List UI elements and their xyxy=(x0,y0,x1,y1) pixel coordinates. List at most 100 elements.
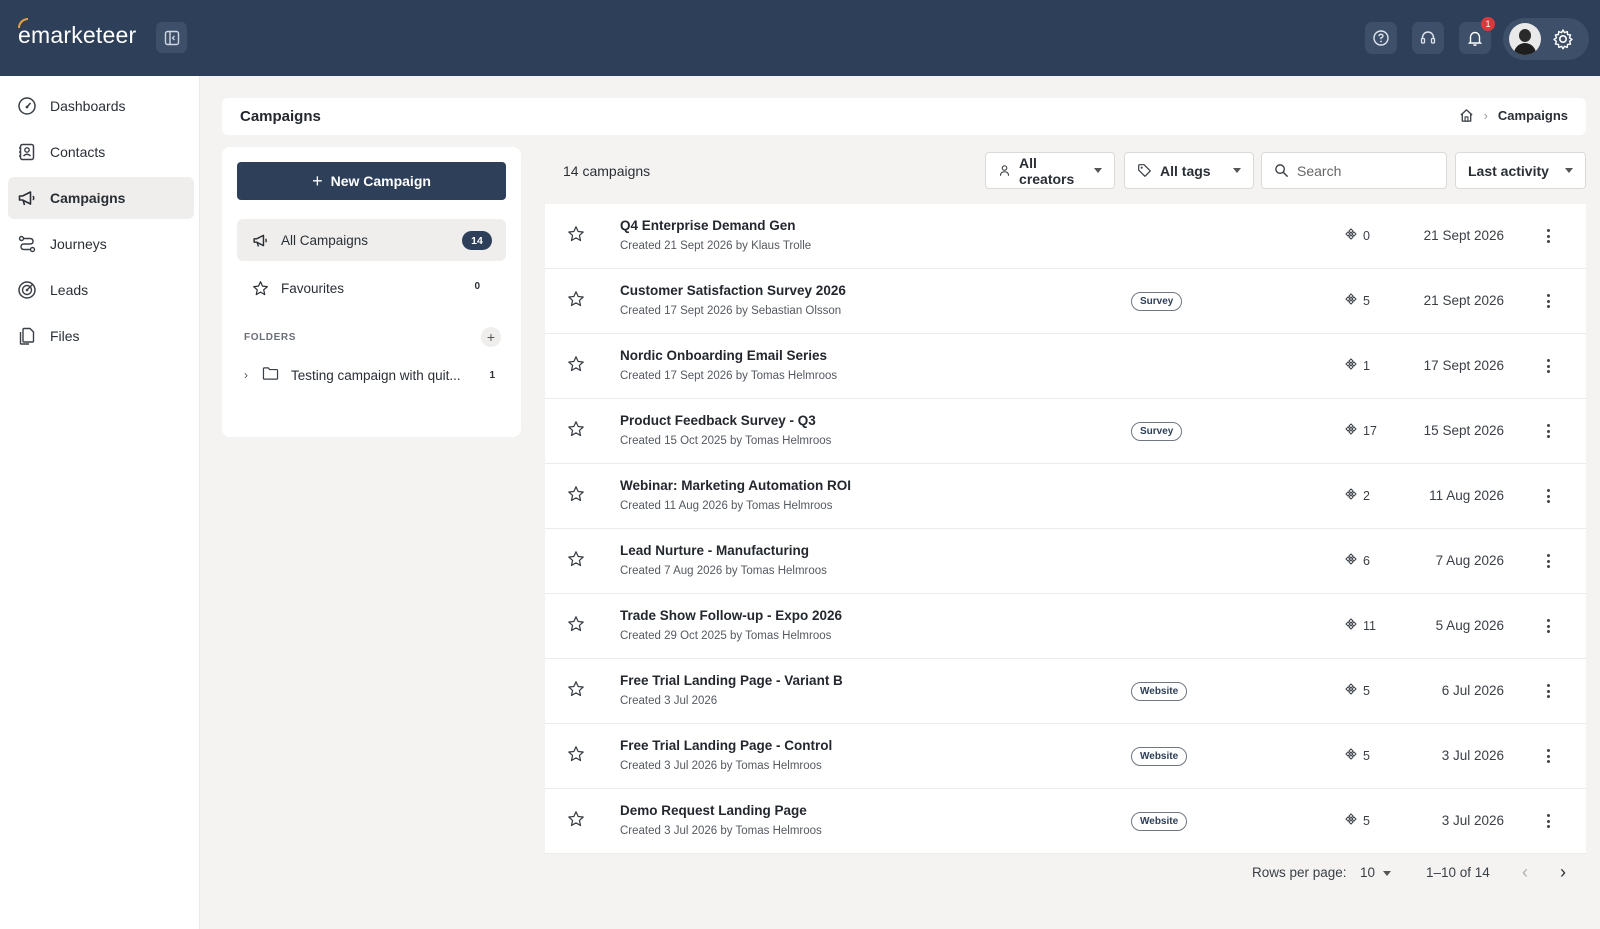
previous-page-button[interactable]: ‹ xyxy=(1522,862,1528,883)
all-campaigns-item[interactable]: All Campaigns 14 xyxy=(237,219,506,261)
more-options-icon[interactable] xyxy=(1538,616,1558,636)
table-row[interactable]: Webinar: Marketing Automation ROI Created… xyxy=(545,464,1586,529)
campaign-name[interactable]: Trade Show Follow-up - Expo 2026 xyxy=(620,608,842,623)
dashboard-icon xyxy=(16,95,38,117)
favourite-star-icon[interactable] xyxy=(567,615,585,638)
sidebar-item-journeys[interactable]: Journeys xyxy=(8,223,194,265)
sidebar-item-campaigns[interactable]: Campaigns xyxy=(8,177,194,219)
search-field[interactable] xyxy=(1261,152,1447,189)
favourite-star-icon[interactable] xyxy=(567,420,585,443)
favourite-star-icon[interactable] xyxy=(567,810,585,833)
campaign-meta: Created 17 Sept 2026 by Sebastian Olsson xyxy=(620,305,842,317)
more-options-icon[interactable] xyxy=(1538,811,1558,831)
favourite-star-icon[interactable] xyxy=(567,745,585,768)
table-row[interactable]: Free Trial Landing Page - Control Created… xyxy=(545,724,1586,789)
sidebar: Dashboards Contacts Campaigns Journeys L… xyxy=(0,76,200,929)
campaign-meta: Created 7 Aug 2026 by Tomas Helmroos xyxy=(620,565,827,577)
folder-name: Testing campaign with quit... xyxy=(291,367,461,383)
favourite-star-icon[interactable] xyxy=(567,680,585,703)
table-row[interactable]: Trade Show Follow-up - Expo 2026 Created … xyxy=(545,594,1586,659)
breadcrumb-current: Campaigns xyxy=(1497,108,1568,123)
support-button[interactable] xyxy=(1412,22,1444,54)
more-options-icon[interactable] xyxy=(1538,356,1558,376)
campaign-name[interactable]: Demo Request Landing Page xyxy=(620,803,807,818)
sidebar-item-files[interactable]: Files xyxy=(8,315,194,357)
caret-down-icon xyxy=(1094,168,1102,173)
table-row[interactable]: Product Feedback Survey - Q3 Created 15 O… xyxy=(545,399,1586,464)
sidebar-toggle-icon xyxy=(164,30,179,45)
chevron-right-icon: › xyxy=(1560,862,1566,882)
favourite-star-icon[interactable] xyxy=(567,355,585,378)
table-row[interactable]: Free Trial Landing Page - Variant B Creat… xyxy=(545,659,1586,724)
home-icon[interactable] xyxy=(1459,108,1474,123)
favourite-star-icon[interactable] xyxy=(567,550,585,573)
help-button[interactable] xyxy=(1365,22,1397,54)
more-options-icon[interactable] xyxy=(1538,486,1558,506)
more-options-icon[interactable] xyxy=(1538,421,1558,441)
last-activity-date: 7 Aug 2026 xyxy=(1435,553,1504,568)
campaign-name[interactable]: Lead Nurture - Manufacturing xyxy=(620,543,809,558)
campaign-name[interactable]: Customer Satisfaction Survey 2026 xyxy=(620,283,846,298)
journey-icon xyxy=(16,233,38,255)
tag-icon xyxy=(1138,164,1151,177)
avatar[interactable] xyxy=(1509,23,1541,55)
table-row[interactable]: Demo Request Landing Page Created 3 Jul 2… xyxy=(545,789,1586,854)
favourite-star-icon[interactable] xyxy=(567,485,585,508)
creators-filter[interactable]: All creators xyxy=(985,152,1115,189)
last-activity-date: 5 Aug 2026 xyxy=(1435,618,1504,633)
channels-count-value: 0 xyxy=(1363,228,1370,243)
notifications-button[interactable]: 1 xyxy=(1459,17,1495,54)
table-row[interactable]: Q4 Enterprise Demand Gen Created 21 Sept … xyxy=(545,204,1586,269)
more-options-icon[interactable] xyxy=(1538,551,1558,571)
table-row[interactable]: Customer Satisfaction Survey 2026 Created… xyxy=(545,269,1586,334)
campaign-meta: Created 3 Jul 2026 xyxy=(620,695,718,707)
campaign-table: Q4 Enterprise Demand Gen Created 21 Sept … xyxy=(545,204,1586,854)
rows-per-page-select[interactable]: 10 xyxy=(1360,865,1392,880)
breadcrumb: › Campaigns xyxy=(1459,108,1568,123)
last-activity-date: 3 Jul 2026 xyxy=(1441,748,1504,763)
more-options-icon[interactable] xyxy=(1538,746,1558,766)
target-icon xyxy=(16,279,38,301)
campaign-name[interactable]: Free Trial Landing Page - Variant B xyxy=(620,673,843,688)
campaign-name[interactable]: Product Feedback Survey - Q3 xyxy=(620,413,816,428)
search-input[interactable] xyxy=(1297,162,1427,179)
add-folder-button[interactable]: + xyxy=(481,327,501,347)
gear-icon[interactable] xyxy=(1551,27,1575,51)
campaign-name[interactable]: Nordic Onboarding Email Series xyxy=(620,348,827,363)
campaign-count: 14 campaigns xyxy=(563,163,651,179)
sidebar-item-dashboards[interactable]: Dashboards xyxy=(8,85,194,127)
top-bar: emarketeer 1 xyxy=(0,0,1600,76)
campaign-name[interactable]: Free Trial Landing Page - Control xyxy=(620,738,832,753)
last-activity-date: 6 Jul 2026 xyxy=(1441,683,1504,698)
table-row[interactable]: Nordic Onboarding Email Series Created 17… xyxy=(545,334,1586,399)
folder-item[interactable]: › Testing campaign with quit... 1 xyxy=(244,363,499,387)
channels-count-value: 5 xyxy=(1363,748,1370,763)
more-options-icon[interactable] xyxy=(1538,681,1558,701)
last-activity-date: 17 Sept 2026 xyxy=(1423,358,1504,373)
table-row[interactable]: Lead Nurture - Manufacturing Created 7 Au… xyxy=(545,529,1586,594)
person-icon xyxy=(999,165,1010,176)
sidebar-item-leads[interactable]: Leads xyxy=(8,269,194,311)
more-options-icon[interactable] xyxy=(1538,291,1558,311)
favourite-star-icon[interactable] xyxy=(567,290,585,313)
logo[interactable]: emarketeer xyxy=(18,18,136,49)
next-page-button[interactable]: › xyxy=(1560,862,1566,883)
chevron-right-icon[interactable]: › xyxy=(244,368,254,382)
campaign-name[interactable]: Webinar: Marketing Automation ROI xyxy=(620,478,851,493)
campaign-tag: Website xyxy=(1131,812,1188,831)
headset-icon xyxy=(1420,31,1436,44)
sidebar-toggle-button[interactable] xyxy=(156,22,187,53)
profile-menu[interactable] xyxy=(1503,18,1589,60)
favourites-item[interactable]: Favourites 0 xyxy=(237,267,506,309)
sidebar-item-label: Dashboards xyxy=(50,98,126,114)
sidebar-item-contacts[interactable]: Contacts xyxy=(8,131,194,173)
channels-count-value: 1 xyxy=(1363,358,1370,373)
tags-filter[interactable]: All tags xyxy=(1124,152,1254,189)
rows-per-page-value: 10 xyxy=(1360,865,1376,880)
campaign-name[interactable]: Q4 Enterprise Demand Gen xyxy=(620,218,796,233)
more-options-icon[interactable] xyxy=(1538,226,1558,246)
favourite-star-icon[interactable] xyxy=(567,225,585,248)
new-campaign-button[interactable]: + New Campaign xyxy=(237,162,506,200)
star-icon xyxy=(251,280,269,297)
sort-select[interactable]: Last activity xyxy=(1455,152,1586,189)
